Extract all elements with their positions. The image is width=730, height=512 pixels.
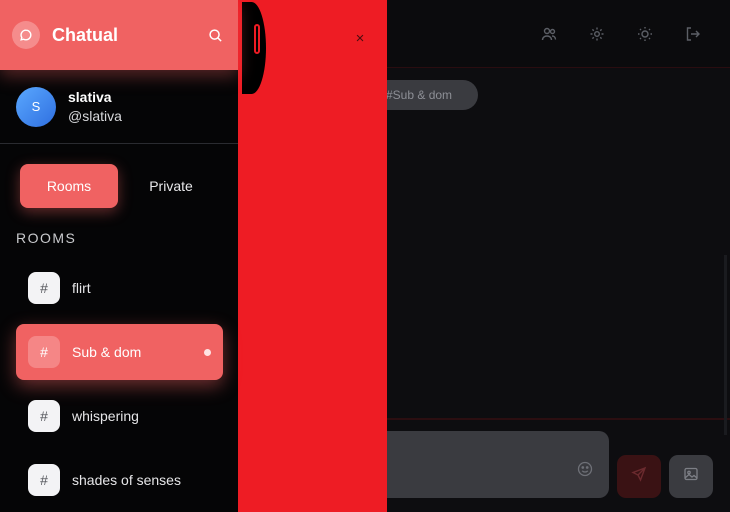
overlay-mark [254,24,260,54]
send-icon [631,466,647,487]
app-title: Chatual [52,24,119,45]
image-upload-button[interactable] [669,455,713,498]
tab-private[interactable]: Private [122,164,220,208]
room-item-sub-and-dom[interactable]: # Sub & dom [16,324,223,380]
sidebar: Chatual S slativa @slativa Rooms Private… [0,0,238,512]
message-input[interactable] [372,431,609,498]
room-item-whispering[interactable]: # whispering [16,388,223,444]
app-root: #Sub & dom × Chatual S slativa @slativa … [0,0,730,512]
gear-icon[interactable] [587,24,607,44]
chat-bubble-icon [12,21,40,49]
hash-icon: # [28,464,60,496]
users-icon[interactable] [539,24,559,44]
send-button[interactable] [617,455,661,498]
unread-dot [204,348,211,356]
sidebar-header: Chatual [0,0,238,70]
room-item-shades-of-senses[interactable]: # shades of senses [16,452,223,508]
current-user[interactable]: S slativa @slativa [0,70,238,144]
sun-icon[interactable] [635,24,655,44]
red-overlay [238,0,387,512]
smiley-icon[interactable] [577,461,595,479]
room-label: flirt [72,280,91,296]
logout-icon[interactable] [683,24,703,44]
scrollbar[interactable] [724,255,727,435]
room-label: Sub & dom [72,344,142,360]
search-icon[interactable] [204,24,226,46]
close-icon[interactable]: × [352,31,368,47]
room-item-flirt[interactable]: # flirt [16,260,223,316]
overlay-black-shape [242,2,266,94]
user-name: slativa [68,88,112,105]
user-info: slativa @slativa [68,88,122,126]
hash-icon: # [28,400,60,432]
chat-header [387,0,730,68]
room-label: whispering [72,408,139,424]
room-chip: #Sub & dom [372,80,478,110]
user-handle: @slativa [68,107,122,124]
image-icon [683,466,699,487]
hash-icon: # [28,272,60,304]
room-label: shades of senses [72,472,181,488]
rooms-section-label: ROOMS [16,230,77,246]
tab-rooms[interactable]: Rooms [20,164,118,208]
composer-divider [387,418,730,420]
hash-icon: # [28,336,60,368]
avatar[interactable]: S [16,86,56,127]
